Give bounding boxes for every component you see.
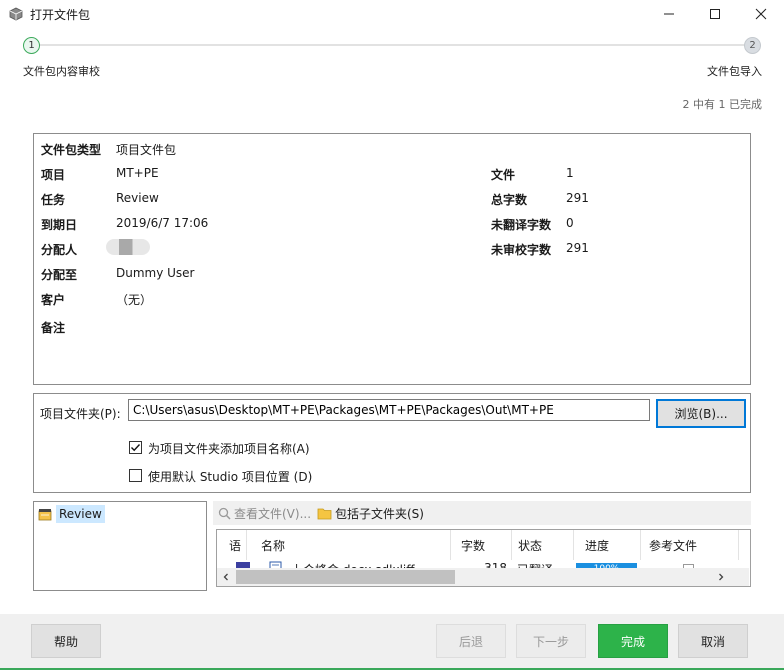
finish-button[interactable]: 完成 [598, 624, 668, 658]
step-2-label: 文件包导入 [707, 65, 762, 78]
files-label: 文件 [491, 168, 516, 182]
scroll-left-icon[interactable] [221, 572, 231, 582]
search-icon [218, 507, 231, 520]
minimize-icon [664, 13, 674, 15]
assigner-avatar [106, 239, 150, 255]
step-1-indicator: 1 [23, 37, 40, 54]
cancel-button[interactable]: 取消 [678, 624, 748, 658]
close-button[interactable] [738, 0, 784, 28]
step-1-label: 文件包内容审校 [23, 65, 100, 78]
project-folder-input[interactable]: C:\Users\asus\Desktop\MT+PE\Packages\MT+… [128, 399, 650, 421]
add-project-name-checkbox[interactable] [129, 441, 142, 454]
total-words-label: 总字数 [491, 193, 528, 207]
client-value: （无） [116, 293, 153, 307]
back-button[interactable]: 后退 [436, 624, 506, 658]
column-header-language[interactable]: 语 [223, 530, 247, 560]
unreviewed-words-label: 未审校字数 [491, 243, 552, 257]
total-words-value: 291 [566, 191, 589, 205]
files-value: 1 [566, 166, 574, 180]
folder-icon [317, 508, 332, 520]
project-value: MT+PE [116, 166, 159, 180]
assignee-value: Dummy User [116, 266, 195, 280]
step-2-indicator: 2 [744, 37, 761, 54]
column-header-status[interactable]: 状态 [512, 530, 574, 560]
notes-label: 备注 [41, 321, 66, 335]
untranslated-words-label: 未翻译字数 [491, 218, 552, 232]
column-header-name[interactable]: 名称 [255, 530, 451, 560]
maximize-button[interactable] [692, 0, 738, 28]
assignee-label: 分配至 [41, 268, 78, 282]
task-icon [38, 508, 52, 520]
project-folder-label: 项目文件夹(P): [40, 407, 121, 421]
column-header-reference[interactable]: 参考文件 [643, 530, 739, 560]
assigner-label: 分配人 [41, 243, 78, 257]
include-subfolders-button[interactable]: 包括子文件夹(S) [317, 505, 424, 522]
unreviewed-words-value: 291 [566, 241, 589, 255]
window-title: 打开文件包 [30, 8, 91, 22]
next-button[interactable]: 下一步 [516, 624, 586, 658]
task-label: 任务 [41, 193, 66, 207]
step-progress-line [40, 44, 744, 46]
add-project-name-label[interactable]: 为项目文件夹添加项目名称(A) [148, 440, 310, 457]
column-header-words[interactable]: 字数 [455, 530, 512, 560]
untranslated-words-value: 0 [566, 216, 574, 230]
minimize-button[interactable] [646, 0, 692, 28]
package-type-value: 项目文件包 [116, 143, 177, 157]
view-files-button[interactable]: 查看文件(V)... [218, 505, 311, 522]
tree-item-label: Review [56, 505, 105, 523]
help-button[interactable]: 帮助 [31, 624, 101, 658]
checkmark-icon [131, 444, 141, 452]
column-header-progress[interactable]: 进度 [579, 530, 641, 560]
view-files-label: 查看文件(V)... [234, 507, 312, 521]
include-subfolders-label: 包括子文件夹(S) [335, 507, 424, 521]
close-icon [755, 8, 767, 20]
due-date-label: 到期日 [41, 218, 78, 232]
app-icon [9, 7, 23, 21]
due-date-value: 2019/6/7 17:06 [116, 216, 209, 230]
package-type-label: 文件包类型 [41, 143, 102, 157]
browse-button[interactable]: 浏览(B)... [656, 399, 746, 428]
progress-text: 2 中有 1 已完成 [682, 98, 763, 111]
default-location-checkbox[interactable] [129, 469, 142, 482]
maximize-icon [710, 9, 720, 19]
scrollbar-thumb[interactable] [236, 570, 455, 584]
task-value: Review [116, 191, 159, 205]
scroll-right-icon[interactable] [716, 572, 726, 582]
tree-item-review[interactable]: Review [38, 505, 105, 523]
client-label: 客户 [41, 293, 66, 307]
project-label: 项目 [41, 168, 66, 182]
default-location-label[interactable]: 使用默认 Studio 项目位置 (D) [148, 468, 312, 485]
